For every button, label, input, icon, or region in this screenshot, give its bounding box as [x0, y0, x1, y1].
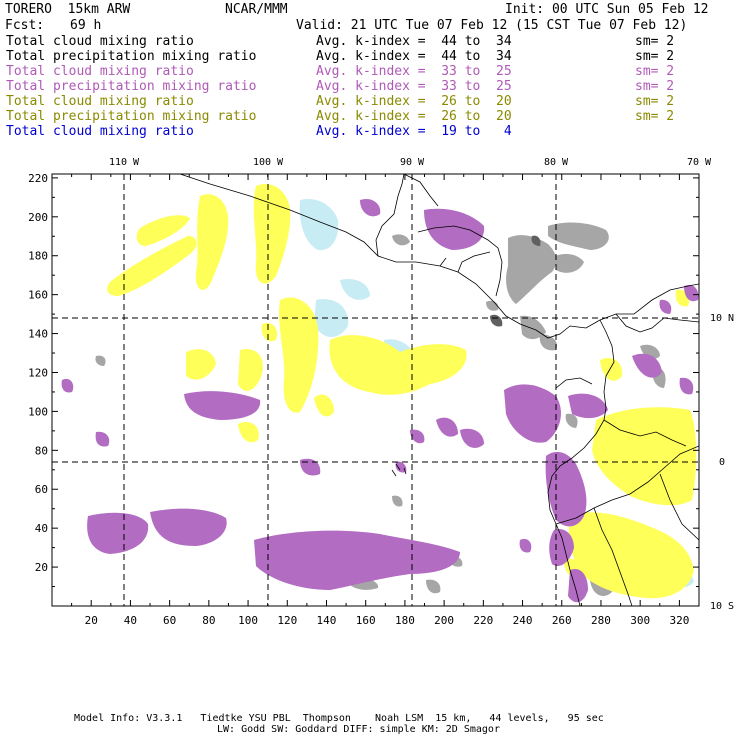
x-axis-label: 160: [356, 614, 376, 627]
x-axis-label: 20: [85, 614, 98, 627]
x-axis-label: 240: [513, 614, 533, 627]
longitude-label: 70 W: [687, 157, 712, 168]
x-axis-label: 40: [124, 614, 137, 627]
x-axis-label: 220: [473, 614, 493, 627]
y-axis-label: 60: [35, 483, 48, 496]
x-axis-label: 60: [163, 614, 176, 627]
y-axis-label: 100: [28, 405, 48, 418]
x-axis-label: 200: [434, 614, 454, 627]
x-axis-label: 320: [669, 614, 689, 627]
y-axis-label: 160: [28, 289, 48, 302]
latitude-label: 10 N: [710, 313, 734, 324]
x-axis-label: 100: [238, 614, 258, 627]
y-axis-label: 220: [28, 172, 48, 185]
y-axis-label: 140: [28, 328, 48, 341]
y-axis-label: 40: [35, 522, 48, 535]
x-axis-label: 180: [395, 614, 415, 627]
model-info-line-2: LW: Godd SW: Goddard DIFF: simple KM: 2D…: [217, 724, 500, 735]
longitude-label: 90 W: [400, 157, 425, 168]
x-axis-label: 300: [630, 614, 650, 627]
y-axis-label: 80: [35, 444, 48, 457]
latitude-label: 0: [719, 457, 725, 468]
map-panel: 220 200 180 160 140 120 100 80 60 40 20 20 40 60 80 100…: [0, 0, 740, 740]
weather-map: 220 200 180 160 140 120 100 80 60 40 20 20 40 60 80 100…: [28, 157, 734, 627]
x-axis-label: 120: [277, 614, 297, 627]
longitude-label: 80 W: [544, 157, 569, 168]
y-axis-label: 200: [28, 211, 48, 224]
latitude-label: 10 S: [710, 601, 734, 612]
precip-field: [52, 174, 699, 606]
longitude-label: 110 W: [109, 157, 140, 168]
y-axis-label: 20: [35, 561, 48, 574]
x-axis-label: 260: [552, 614, 572, 627]
x-axis-label: 80: [202, 614, 215, 627]
x-axis-label: 280: [591, 614, 611, 627]
longitude-label: 100 W: [253, 157, 284, 168]
y-axis-label: 120: [28, 366, 48, 379]
x-axis-label: 140: [317, 614, 337, 627]
y-axis-label: 180: [28, 250, 48, 263]
